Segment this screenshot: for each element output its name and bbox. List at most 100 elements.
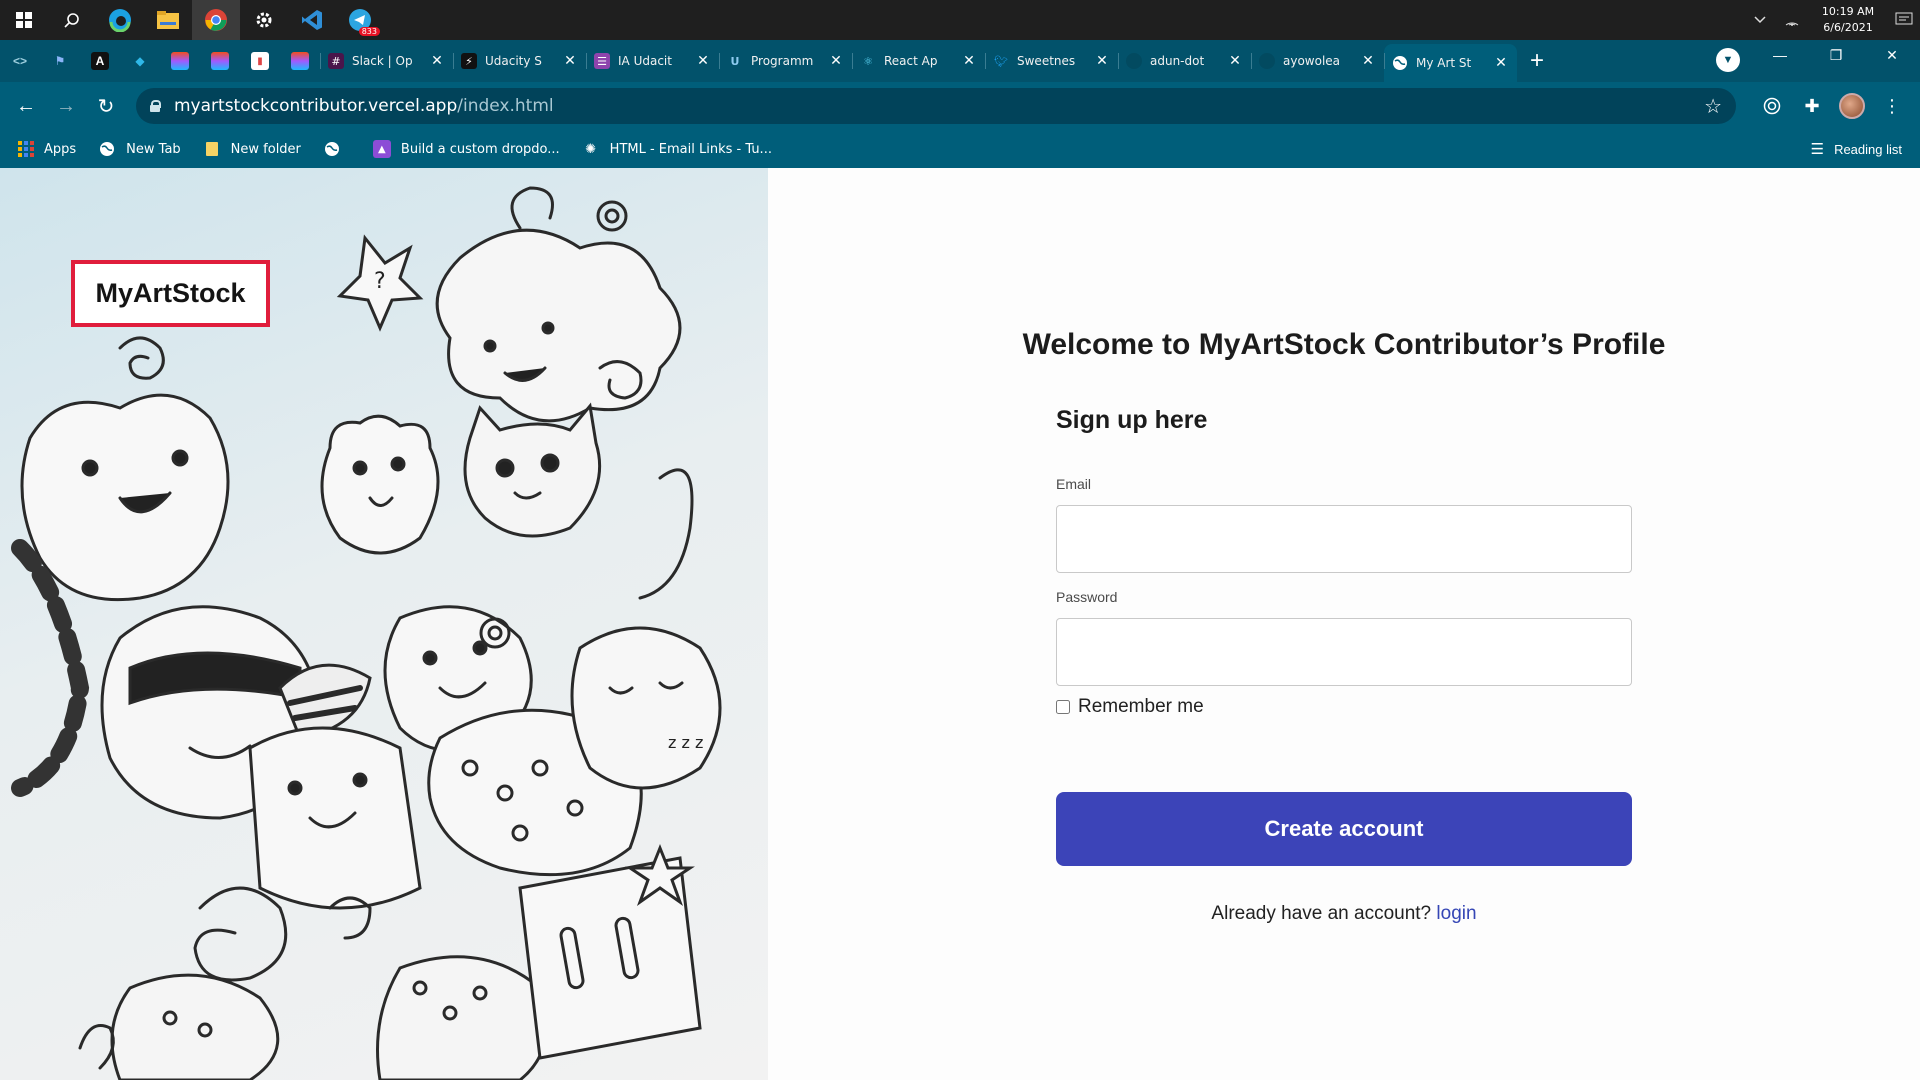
pinned-tab-figma-1[interactable] (160, 44, 200, 78)
pinned-tab-doc[interactable]: ▮ (240, 44, 280, 78)
email-field[interactable] (1056, 505, 1632, 573)
browser-toolbar: ← → ↻ myartstockcontributor.vercel.app/i… (0, 82, 1920, 130)
forward-icon[interactable]: → (46, 86, 86, 126)
telegram-icon[interactable]: 833 (336, 0, 384, 40)
diamond-icon: ◆ (135, 54, 145, 68)
file-explorer-icon[interactable] (144, 0, 192, 40)
pinned-tab-figma-2[interactable] (200, 44, 240, 78)
pinned-tab-diamond[interactable]: ◆ (120, 44, 160, 78)
bookmark-globe[interactable] (323, 140, 351, 158)
close-icon[interactable]: ✕ (695, 53, 711, 69)
windows-start-icon[interactable] (0, 0, 48, 40)
github-icon (1259, 53, 1275, 69)
profile-avatar[interactable] (1832, 86, 1872, 126)
network-icon[interactable] (1776, 0, 1808, 40)
new-tab-button[interactable]: + (1517, 44, 1557, 78)
lock-icon[interactable] (150, 100, 161, 112)
url-host: myartstockcontributor.vercel.app (174, 96, 458, 116)
extension-target-icon[interactable] (1752, 86, 1792, 126)
pinned-tab-a[interactable]: A (80, 44, 120, 78)
globe-icon (323, 140, 341, 158)
figma-icon (211, 52, 229, 70)
tab-label: React Ap (884, 54, 938, 68)
remember-me[interactable]: Remember me (1056, 696, 1204, 718)
menu-kebab-icon[interactable]: ⋮ (1872, 86, 1912, 126)
settings-icon[interactable] (240, 0, 288, 40)
password-label: Password (1056, 589, 1118, 605)
restore-icon[interactable]: ❐ (1808, 40, 1864, 70)
have-account-text: Already have an account? (1211, 903, 1432, 924)
close-window-icon[interactable]: ✕ (1864, 40, 1920, 70)
apps-grid-icon (18, 141, 34, 157)
signup-heading: Sign up here (1056, 406, 1208, 434)
clock[interactable]: 10:19 AM 6/6/2021 (1808, 4, 1888, 36)
pinned-tab-code[interactable]: <> (0, 44, 40, 78)
bookmarks-bar: Apps New Tab New folder ▲ Build a custom… (0, 130, 1920, 168)
page-content: ? z z z MyArtStock Welcome to MyArtStock… (0, 168, 1920, 1080)
tab-my-art-stock[interactable]: My Art St ✕ (1384, 44, 1517, 82)
remember-me-label: Remember me (1078, 696, 1204, 717)
back-icon[interactable]: ← (6, 86, 46, 126)
chevron-up-icon[interactable] (1744, 0, 1776, 40)
email-label: Email (1056, 476, 1092, 492)
tab-sweetness[interactable]: 🐦︎ Sweetnes ✕ (985, 44, 1118, 78)
pinned-tab-figma-3[interactable] (280, 44, 320, 78)
tab-label: My Art St (1416, 56, 1472, 70)
tab-udacity-s[interactable]: ⚡ Udacity S ✕ (453, 44, 586, 78)
close-icon[interactable]: ✕ (1094, 53, 1110, 69)
svg-text:z z z: z z z (668, 733, 703, 752)
tab-search-icon[interactable]: ▼ (1716, 48, 1740, 72)
close-icon[interactable]: ✕ (562, 53, 578, 69)
globe-icon (1392, 55, 1408, 71)
clock-time: 10:19 AM (1821, 5, 1875, 18)
tab-ia-udacity[interactable]: ☰ IA Udacit ✕ (586, 44, 719, 78)
remember-me-checkbox[interactable] (1056, 700, 1070, 714)
bookmark-new-tab[interactable]: New Tab (98, 140, 181, 158)
bookmark-label: Apps (44, 141, 77, 157)
bookmark-star-icon[interactable]: ☆ (1704, 94, 1722, 119)
chrome-icon[interactable] (192, 0, 240, 40)
github-icon (1126, 53, 1142, 69)
tab-label: ayowolea (1283, 54, 1341, 68)
reload-icon[interactable]: ↻ (86, 86, 126, 126)
address-bar[interactable]: myartstockcontributor.vercel.app/index.h… (136, 88, 1736, 124)
pinned-tab-flag[interactable]: ⚑ (40, 44, 80, 78)
bookmark-apps[interactable]: Apps (18, 141, 76, 157)
bookmark-new-folder[interactable]: New folder (203, 140, 301, 158)
search-icon[interactable] (48, 0, 96, 40)
bookmark-custom-dropdown[interactable]: ▲ Build a custom dropdo... (372, 140, 560, 158)
list-icon: ☰ (594, 53, 610, 69)
reading-list[interactable]: ☰ Reading list (1811, 130, 1902, 168)
folder-icon (203, 140, 221, 158)
tab-slack[interactable]: # Slack | Op ✕ (320, 44, 453, 78)
tab-ayowolea[interactable]: ayowolea ✕ (1251, 44, 1384, 78)
close-icon[interactable]: ✕ (1360, 53, 1376, 69)
tab-label: IA Udacit (618, 54, 672, 68)
edge-icon[interactable] (96, 0, 144, 40)
tab-react-app[interactable]: ⚛ React Ap ✕ (852, 44, 985, 78)
reading-list-icon: ☰ (1810, 141, 1825, 158)
login-link[interactable]: login (1436, 903, 1476, 924)
system-tray: 10:19 AM 6/6/2021 (1744, 0, 1920, 40)
page-title: Welcome to MyArtStock Contributor’s Prof… (1022, 328, 1666, 361)
document-icon: ▮ (251, 52, 269, 70)
close-icon[interactable]: ✕ (828, 53, 844, 69)
close-icon[interactable]: ✕ (1227, 53, 1243, 69)
minimize-icon[interactable]: — (1752, 40, 1808, 70)
create-account-button[interactable]: Create account (1056, 792, 1632, 866)
close-icon[interactable]: ✕ (961, 53, 977, 69)
bookmark-html-email-links[interactable]: ✺ HTML - Email Links - Tu... (582, 140, 772, 158)
a-logo-icon: A (91, 52, 109, 70)
notifications-icon[interactable] (1888, 0, 1920, 40)
tab-adun-dot[interactable]: adun-dot ✕ (1118, 44, 1251, 78)
tab-label: Udacity S (485, 54, 542, 68)
flag-icon: ⚑ (54, 54, 66, 68)
password-field[interactable] (1056, 618, 1632, 686)
extensions-puzzle-icon[interactable]: ✚ (1792, 86, 1832, 126)
tab-programm[interactable]: U Programm ✕ (719, 44, 852, 78)
close-icon[interactable]: ✕ (1493, 55, 1509, 71)
site-icon: ✺ (585, 141, 597, 157)
bookmark-label: New folder (230, 141, 301, 157)
vscode-icon[interactable] (288, 0, 336, 40)
close-icon[interactable]: ✕ (429, 53, 445, 69)
